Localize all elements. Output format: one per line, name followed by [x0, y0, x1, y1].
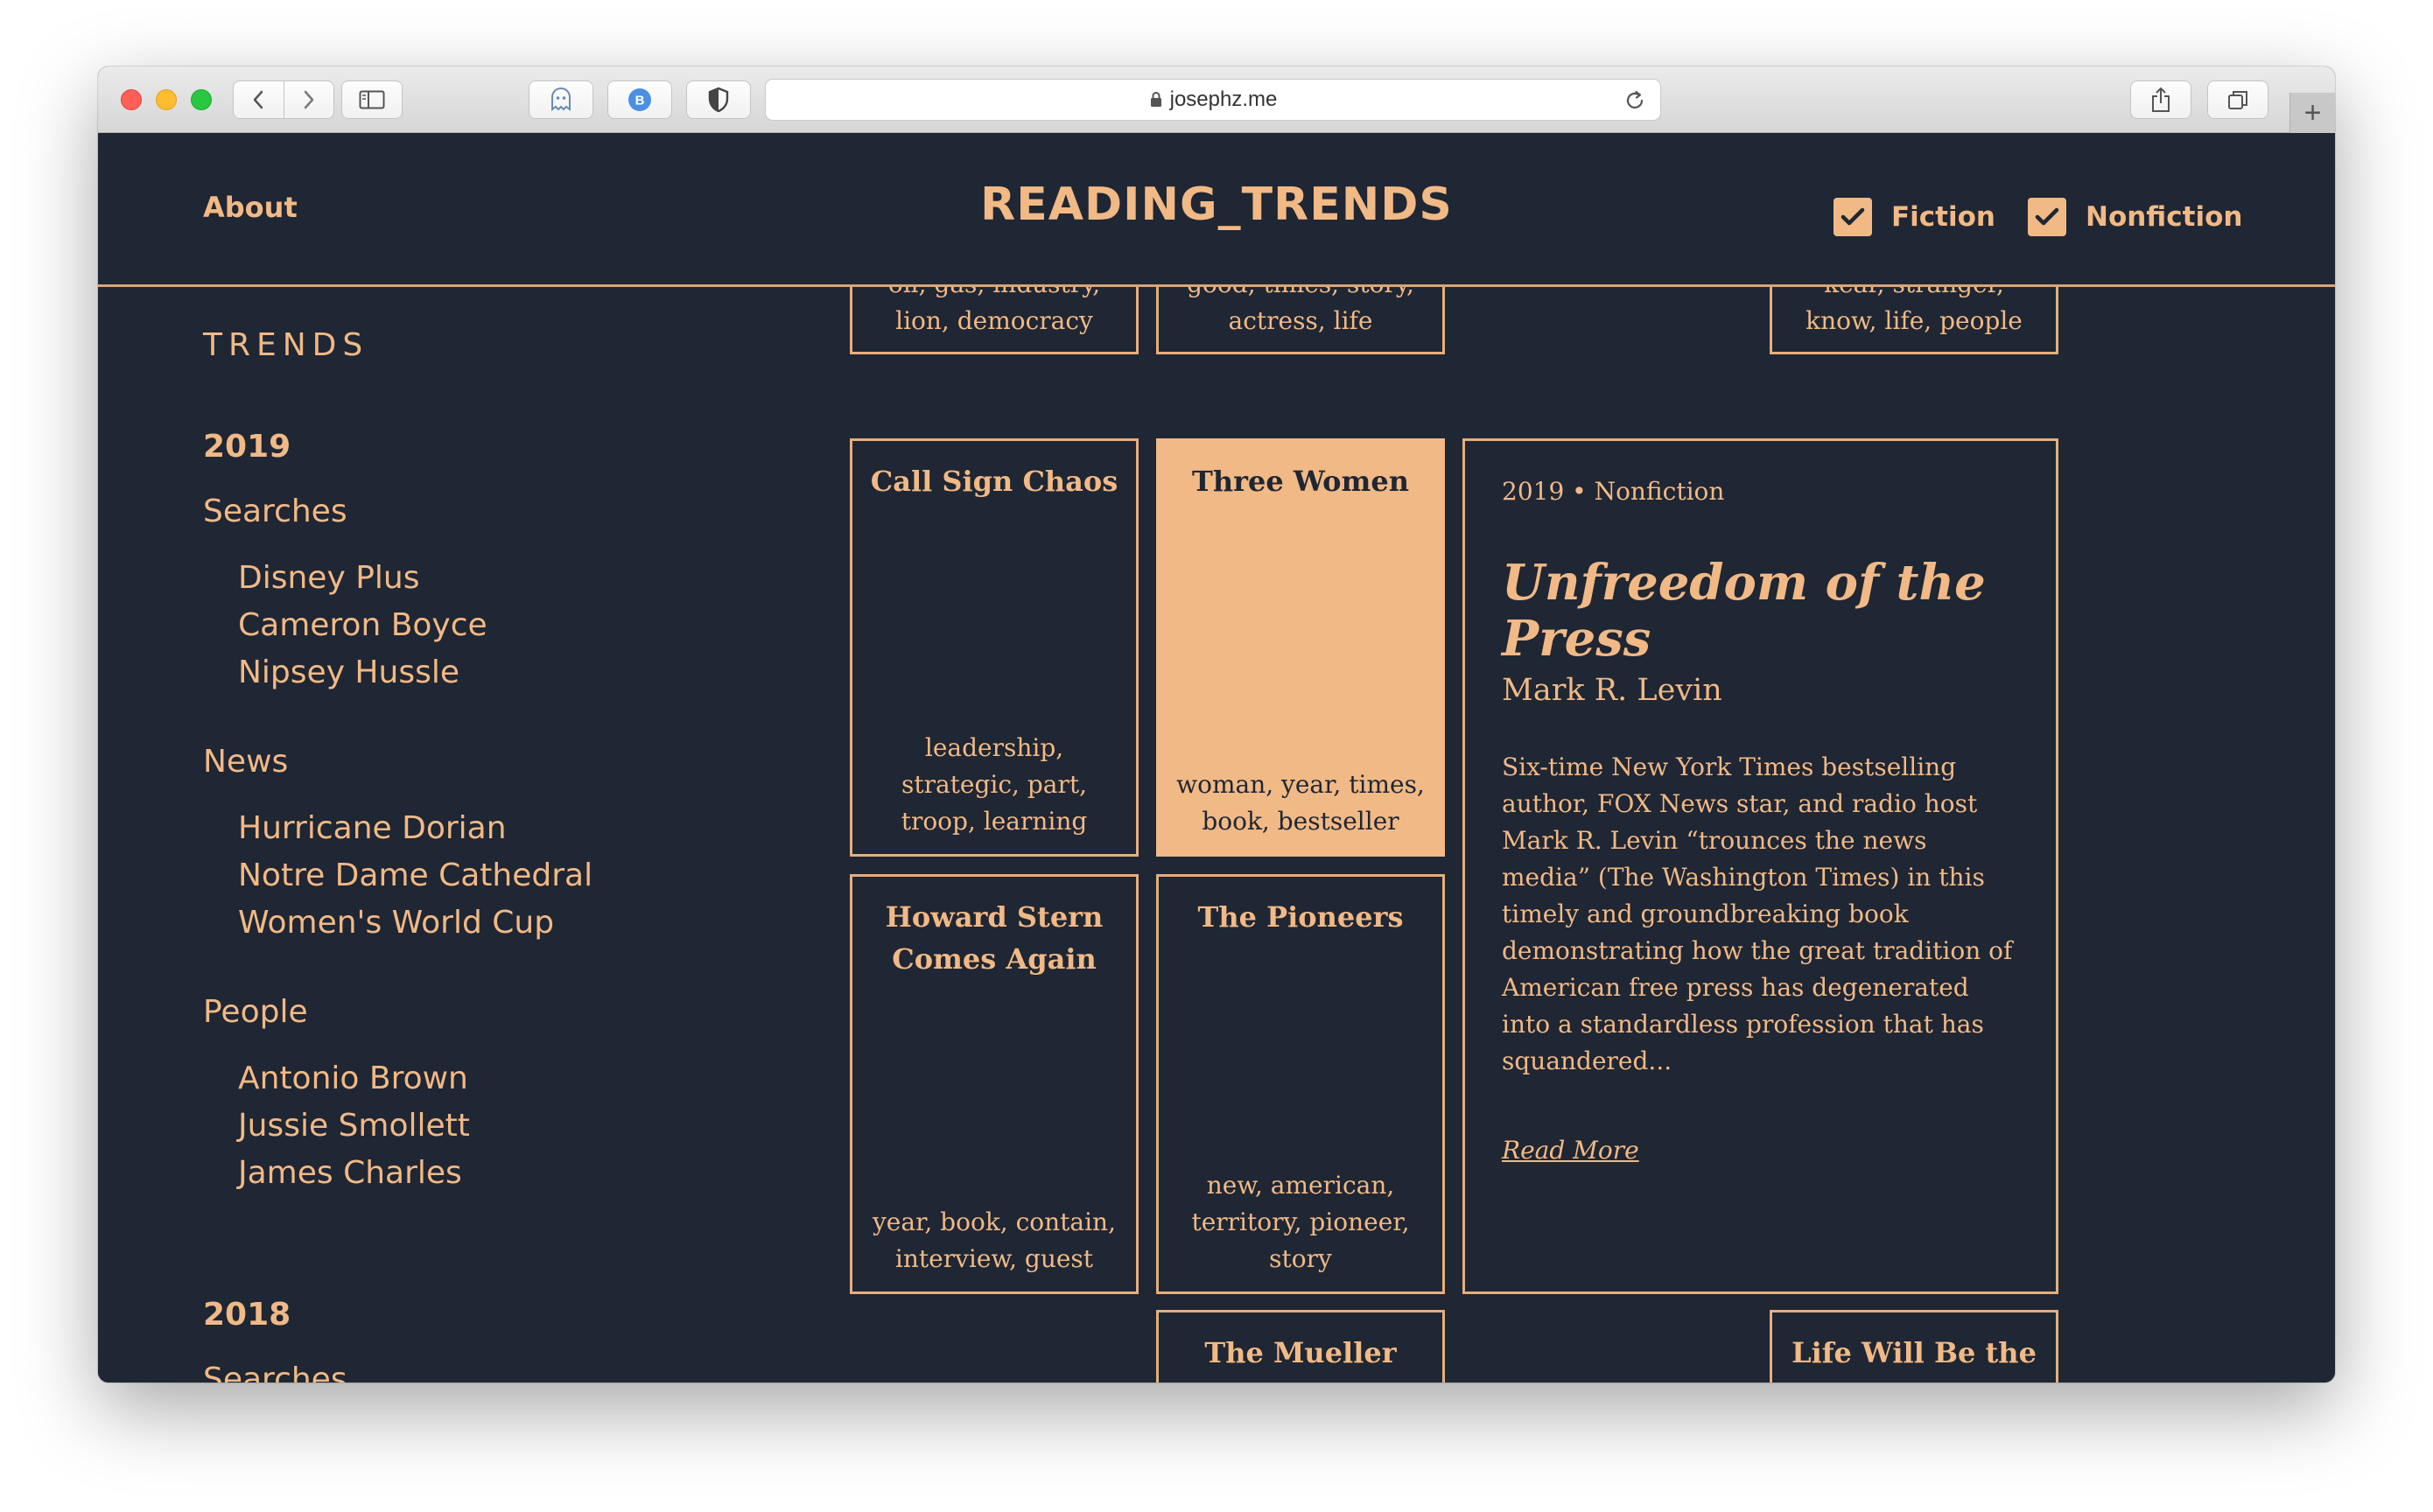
tabs-icon — [2228, 91, 2247, 109]
book-title: The Pioneers — [1197, 900, 1404, 934]
year-heading-2018: 2018 — [203, 1297, 291, 1333]
year-heading-2019: 2019 — [203, 429, 291, 465]
book-title: Howard Stern Comes Again — [885, 900, 1104, 976]
site-title: READING_TRENDS — [980, 178, 1453, 231]
nonfiction-checkbox[interactable] — [2028, 198, 2066, 236]
browser-window: B josephz.me + About READING_TRENDS Fict… — [98, 66, 2335, 1382]
svg-text:B: B — [635, 94, 645, 108]
browser-toolbar: B josephz.me + — [98, 66, 2335, 133]
ghost-icon — [551, 88, 571, 111]
book-description: Six-time New York Times bestselling auth… — [1502, 752, 2013, 1075]
read-more-link[interactable]: Read More — [1502, 1136, 1639, 1165]
history-nav-group — [233, 80, 334, 119]
book-keywords: woman, year, times, book, bestseller — [1176, 770, 1425, 836]
fiction-label: Fiction — [1891, 201, 1995, 233]
url-text: josephz.me — [1169, 88, 1278, 111]
news-label: News — [203, 744, 289, 780]
shield-icon — [708, 87, 729, 113]
people-list: Antonio Brown Jussie Smollett James Char… — [238, 1055, 470, 1197]
book-tile[interactable]: Howard Stern Comes Again year, book, con… — [850, 874, 1139, 1294]
searches-label: Searches — [203, 1362, 347, 1382]
lock-icon — [1149, 91, 1163, 108]
trend-item[interactable]: James Charles — [238, 1150, 470, 1197]
site-header: About READING_TRENDS Fiction Nonfiction — [98, 133, 2335, 287]
share-icon — [2152, 87, 2170, 112]
trend-item[interactable]: Antonio Brown — [238, 1055, 470, 1102]
book-tile[interactable]: The Mueller Report — [1156, 1310, 1445, 1382]
nonfiction-filter[interactable]: Nonfiction — [2028, 198, 2242, 236]
bitwarden-icon: B — [628, 88, 651, 111]
bitwarden-extension-button[interactable]: B — [607, 80, 672, 119]
book-title: Life Will Be the Death of Me — [1791, 1336, 2037, 1382]
fiction-checkbox[interactable] — [1834, 198, 1872, 236]
book-tile[interactable]: Call Sign Chaos leadership, strategic, p… — [850, 438, 1139, 857]
news-list: Hurricane Dorian Notre Dame Cathedral Wo… — [238, 805, 592, 947]
trend-item[interactable]: Disney Plus — [238, 555, 487, 602]
book-title: Call Sign Chaos — [870, 465, 1118, 498]
trend-item[interactable]: Notre Dame Cathedral — [238, 852, 592, 900]
share-button[interactable] — [2130, 80, 2191, 119]
book-tile[interactable]: The Pioneers new, american, territory, p… — [1156, 874, 1445, 1294]
book-author: Mark R. Levin — [1502, 673, 1722, 708]
searches-list: Disney Plus Cameron Boyce Nipsey Hussle — [238, 555, 487, 696]
trend-item[interactable]: Women's World Cup — [238, 900, 592, 947]
book-tile[interactable]: Life Will Be the Death of Me — [1770, 1310, 2058, 1382]
book-keywords: leadership, strategic, part, troop, lear… — [901, 733, 1088, 836]
trend-item[interactable]: Hurricane Dorian — [238, 805, 592, 852]
book-meta: 2019 • Nonfiction — [1502, 477, 1725, 506]
people-label: People — [203, 994, 308, 1030]
searches-label: Searches — [203, 494, 347, 529]
book-title: Three Women — [1192, 465, 1409, 498]
plus-icon: + — [2303, 95, 2322, 130]
trends-heading: TRENDS — [203, 327, 369, 363]
checkmark-icon — [1841, 207, 1865, 226]
trend-item[interactable]: Nipsey Hussle — [238, 649, 487, 696]
minimize-window-button[interactable] — [156, 89, 177, 110]
nonfiction-label: Nonfiction — [2086, 201, 2243, 233]
forward-button[interactable] — [283, 81, 333, 118]
trend-item[interactable]: Cameron Boyce — [238, 602, 487, 649]
trends-sidebar: TRENDS 2019 Searches Disney Plus Cameron… — [203, 287, 816, 1382]
tab-overview-button[interactable] — [2207, 80, 2268, 119]
sidebar-toggle-button[interactable] — [341, 80, 403, 119]
chevron-left-icon — [254, 90, 263, 109]
close-window-button[interactable] — [121, 89, 142, 110]
privacy-extension-button[interactable] — [686, 80, 751, 119]
book-tile-selected[interactable]: Three Women woman, year, times, book, be… — [1156, 438, 1445, 857]
back-button[interactable] — [234, 81, 284, 118]
new-tab-button[interactable]: + — [2289, 93, 2335, 133]
book-detail-title: Unfreedom of the Press — [1502, 554, 1986, 668]
book-title: The Mueller Report — [1204, 1336, 1397, 1382]
sidebar-icon — [359, 90, 385, 109]
address-bar[interactable]: josephz.me — [765, 79, 1661, 121]
chevron-right-icon — [304, 90, 314, 109]
reload-icon[interactable] — [1623, 89, 1646, 118]
page-content: About READING_TRENDS Fiction Nonfiction … — [98, 133, 2335, 1382]
book-keywords: year, book, contain, interview, guest — [872, 1208, 1116, 1273]
book-detail-card: 2019 • Nonfiction Unfreedom of the Press… — [1462, 438, 2058, 1294]
zoom-window-button[interactable] — [191, 89, 212, 110]
ghostery-extension-button[interactable] — [529, 80, 593, 119]
book-keywords: new, american, territory, pioneer, story — [1191, 1171, 1410, 1273]
trend-item[interactable]: Jussie Smollett — [238, 1102, 470, 1150]
fiction-filter[interactable]: Fiction — [1834, 198, 1995, 236]
checkmark-icon — [2035, 207, 2059, 226]
